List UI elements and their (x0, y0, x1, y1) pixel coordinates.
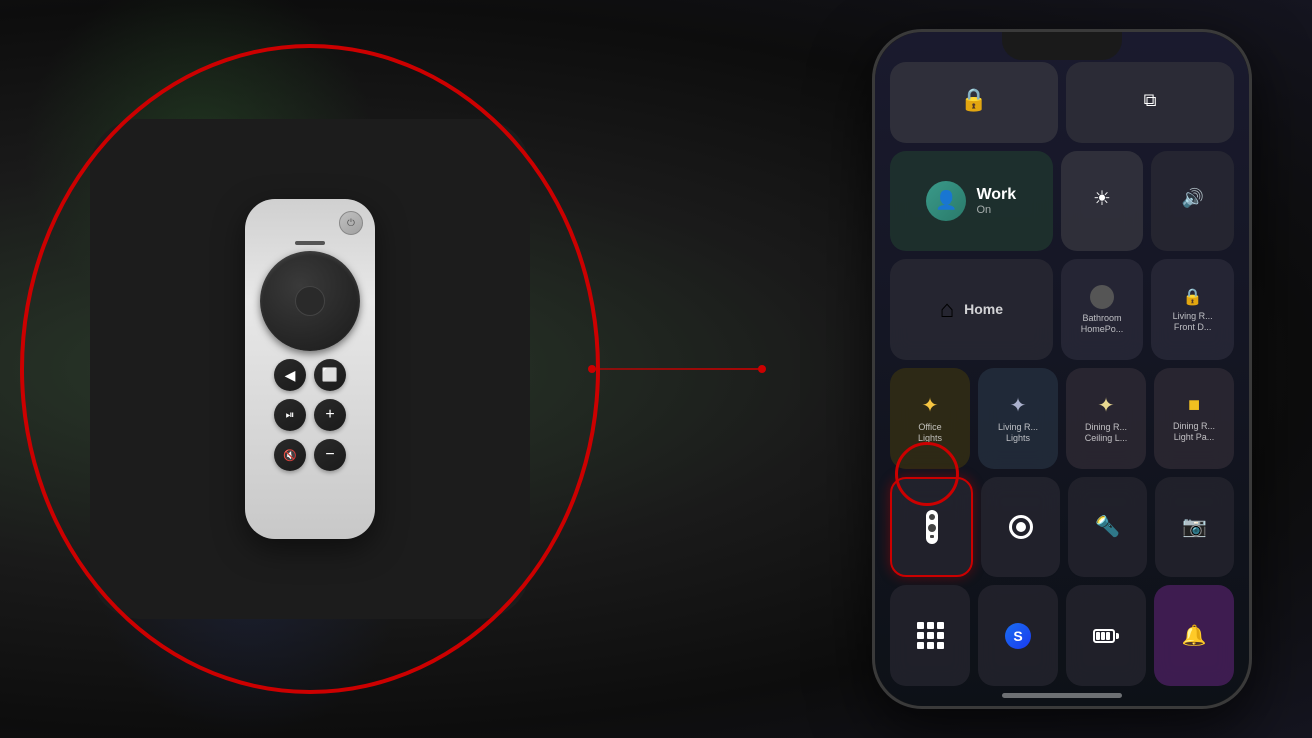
record-tile[interactable] (981, 477, 1060, 578)
office-lights-label: OfficeLights (918, 422, 942, 444)
cc-row-3: ⌂ Home BathroomHomePo... 🔒 Living R...Fr… (890, 259, 1234, 360)
shazam-tile[interactable]: S (978, 585, 1058, 686)
notifications-icon: 🔔 (1182, 623, 1207, 648)
phone-screen: 🔒 ⧉ 👤 Work On (875, 32, 1249, 706)
cc-row-2: 👤 Work On ☀ 🔊 (890, 151, 1234, 252)
connection-line (590, 368, 760, 370)
flashlight-tile[interactable]: 🔦 (1068, 477, 1147, 578)
volume-tile[interactable]: 🔊 (1151, 151, 1234, 252)
mirror-tile[interactable]: ⧉ (1066, 62, 1234, 143)
work-text-block: Work On (976, 186, 1016, 216)
dining-ceiling-icon: ✦ (1098, 393, 1115, 418)
flashlight-icon: 🔦 (1095, 514, 1120, 539)
work-icon: 👤 (926, 181, 966, 221)
dining-ceiling-tile[interactable]: ✦ Dining R...Ceiling L... (1066, 368, 1146, 469)
home-indicator[interactable] (1002, 693, 1122, 698)
dining-light-tile[interactable]: ■ Dining R...Light Pa... (1154, 368, 1234, 469)
bathroom-label: BathroomHomePo... (1081, 313, 1124, 335)
remote-volume-row: 🔇 − (274, 439, 346, 471)
office-lights-tile[interactable]: ✦ OfficeLights (890, 368, 970, 469)
trackpad-inner (295, 286, 325, 316)
phone-notch (1002, 32, 1122, 60)
remote-top-section: ⏻ (255, 211, 365, 351)
record-icon (1009, 515, 1033, 539)
dining-light-icon: ■ (1188, 394, 1200, 417)
office-lights-icon: ✦ (922, 393, 939, 418)
phone-frame: 🔒 ⧉ 👤 Work On (872, 29, 1252, 709)
cc-row-1: 🔒 ⧉ (890, 62, 1234, 143)
connection-dot-right (758, 365, 766, 373)
work-title: Work (976, 186, 1016, 204)
battery-icon (1093, 629, 1119, 643)
living-lights-label: Living R...Lights (998, 422, 1038, 444)
battery-tile[interactable] (1066, 585, 1146, 686)
dining-ceiling-label: Dining R...Ceiling L... (1085, 422, 1128, 444)
plus-button[interactable]: + (314, 399, 346, 431)
phone-container: 🔒 ⧉ 👤 Work On (872, 29, 1252, 709)
control-center: 🔒 ⧉ 👤 Work On (890, 62, 1234, 686)
living-lights-icon: ✦ (1010, 393, 1027, 418)
home-label: Home (964, 301, 1003, 318)
minus-button[interactable]: − (314, 439, 346, 471)
brightness-icon: ☀ (1093, 186, 1111, 211)
remote-playback-row: ⏯ + (274, 399, 346, 431)
brightness-tile[interactable]: ☀ (1061, 151, 1144, 252)
lock-rotation-icon: 🔒 (960, 87, 987, 113)
dining-light-label: Dining R...Light Pa... (1173, 421, 1215, 443)
cc-row-4: ✦ OfficeLights ✦ Living R...Lights ✦ Din… (890, 368, 1234, 469)
remote-icon-svg (921, 510, 943, 544)
power-button[interactable]: ⏻ (339, 211, 363, 235)
cc-row-5: 🔦 📷 (890, 477, 1234, 578)
work-tile-content: 👤 Work On (926, 181, 1016, 221)
shazam-icon: S (1005, 623, 1031, 649)
bathroom-icon (1090, 285, 1114, 309)
work-subtitle: On (976, 204, 1016, 216)
home-tile[interactable]: ⌂ Home (890, 259, 1053, 360)
bathroom-tile[interactable]: BathroomHomePo... (1061, 259, 1144, 360)
play-pause-button[interactable]: ⏯ (274, 399, 306, 431)
volume-icon: 🔊 (1181, 188, 1203, 209)
connection-dot-left (588, 365, 596, 373)
lock-rotation-tile[interactable]: 🔒 (890, 62, 1058, 143)
work-tile[interactable]: 👤 Work On (890, 151, 1053, 252)
remote-nav-row: ◀ ⬜ (274, 359, 346, 391)
tv-button[interactable]: ⬜ (314, 359, 346, 391)
calculator-tile[interactable] (890, 585, 970, 686)
camera-icon: 📷 (1182, 514, 1207, 539)
back-button[interactable]: ◀ (274, 359, 306, 391)
apple-tv-remote: ⏻ ◀ ⬜ ⏯ + 🔇 − (245, 199, 375, 539)
cc-row-6: S 🔔 (890, 585, 1234, 686)
apple-tv-container: ⏻ ◀ ⬜ ⏯ + 🔇 − (90, 119, 530, 619)
calculator-icon (917, 622, 944, 649)
mic-indicator (295, 241, 325, 245)
living-front-tile[interactable]: 🔒 Living R...Front D... (1151, 259, 1234, 360)
home-icon: ⌂ (940, 296, 955, 324)
mute-button[interactable]: 🔇 (274, 439, 306, 471)
living-front-label: Living R...Front D... (1173, 311, 1213, 333)
camera-tile[interactable]: 📷 (1155, 477, 1234, 578)
notifications-tile[interactable]: 🔔 (1154, 585, 1234, 686)
living-lights-tile[interactable]: ✦ Living R...Lights (978, 368, 1058, 469)
mirror-icon: ⧉ (1144, 90, 1157, 111)
trackpad[interactable] (260, 251, 360, 351)
remote-control-tile[interactable] (890, 477, 973, 578)
living-front-icon: 🔒 (1183, 287, 1203, 307)
